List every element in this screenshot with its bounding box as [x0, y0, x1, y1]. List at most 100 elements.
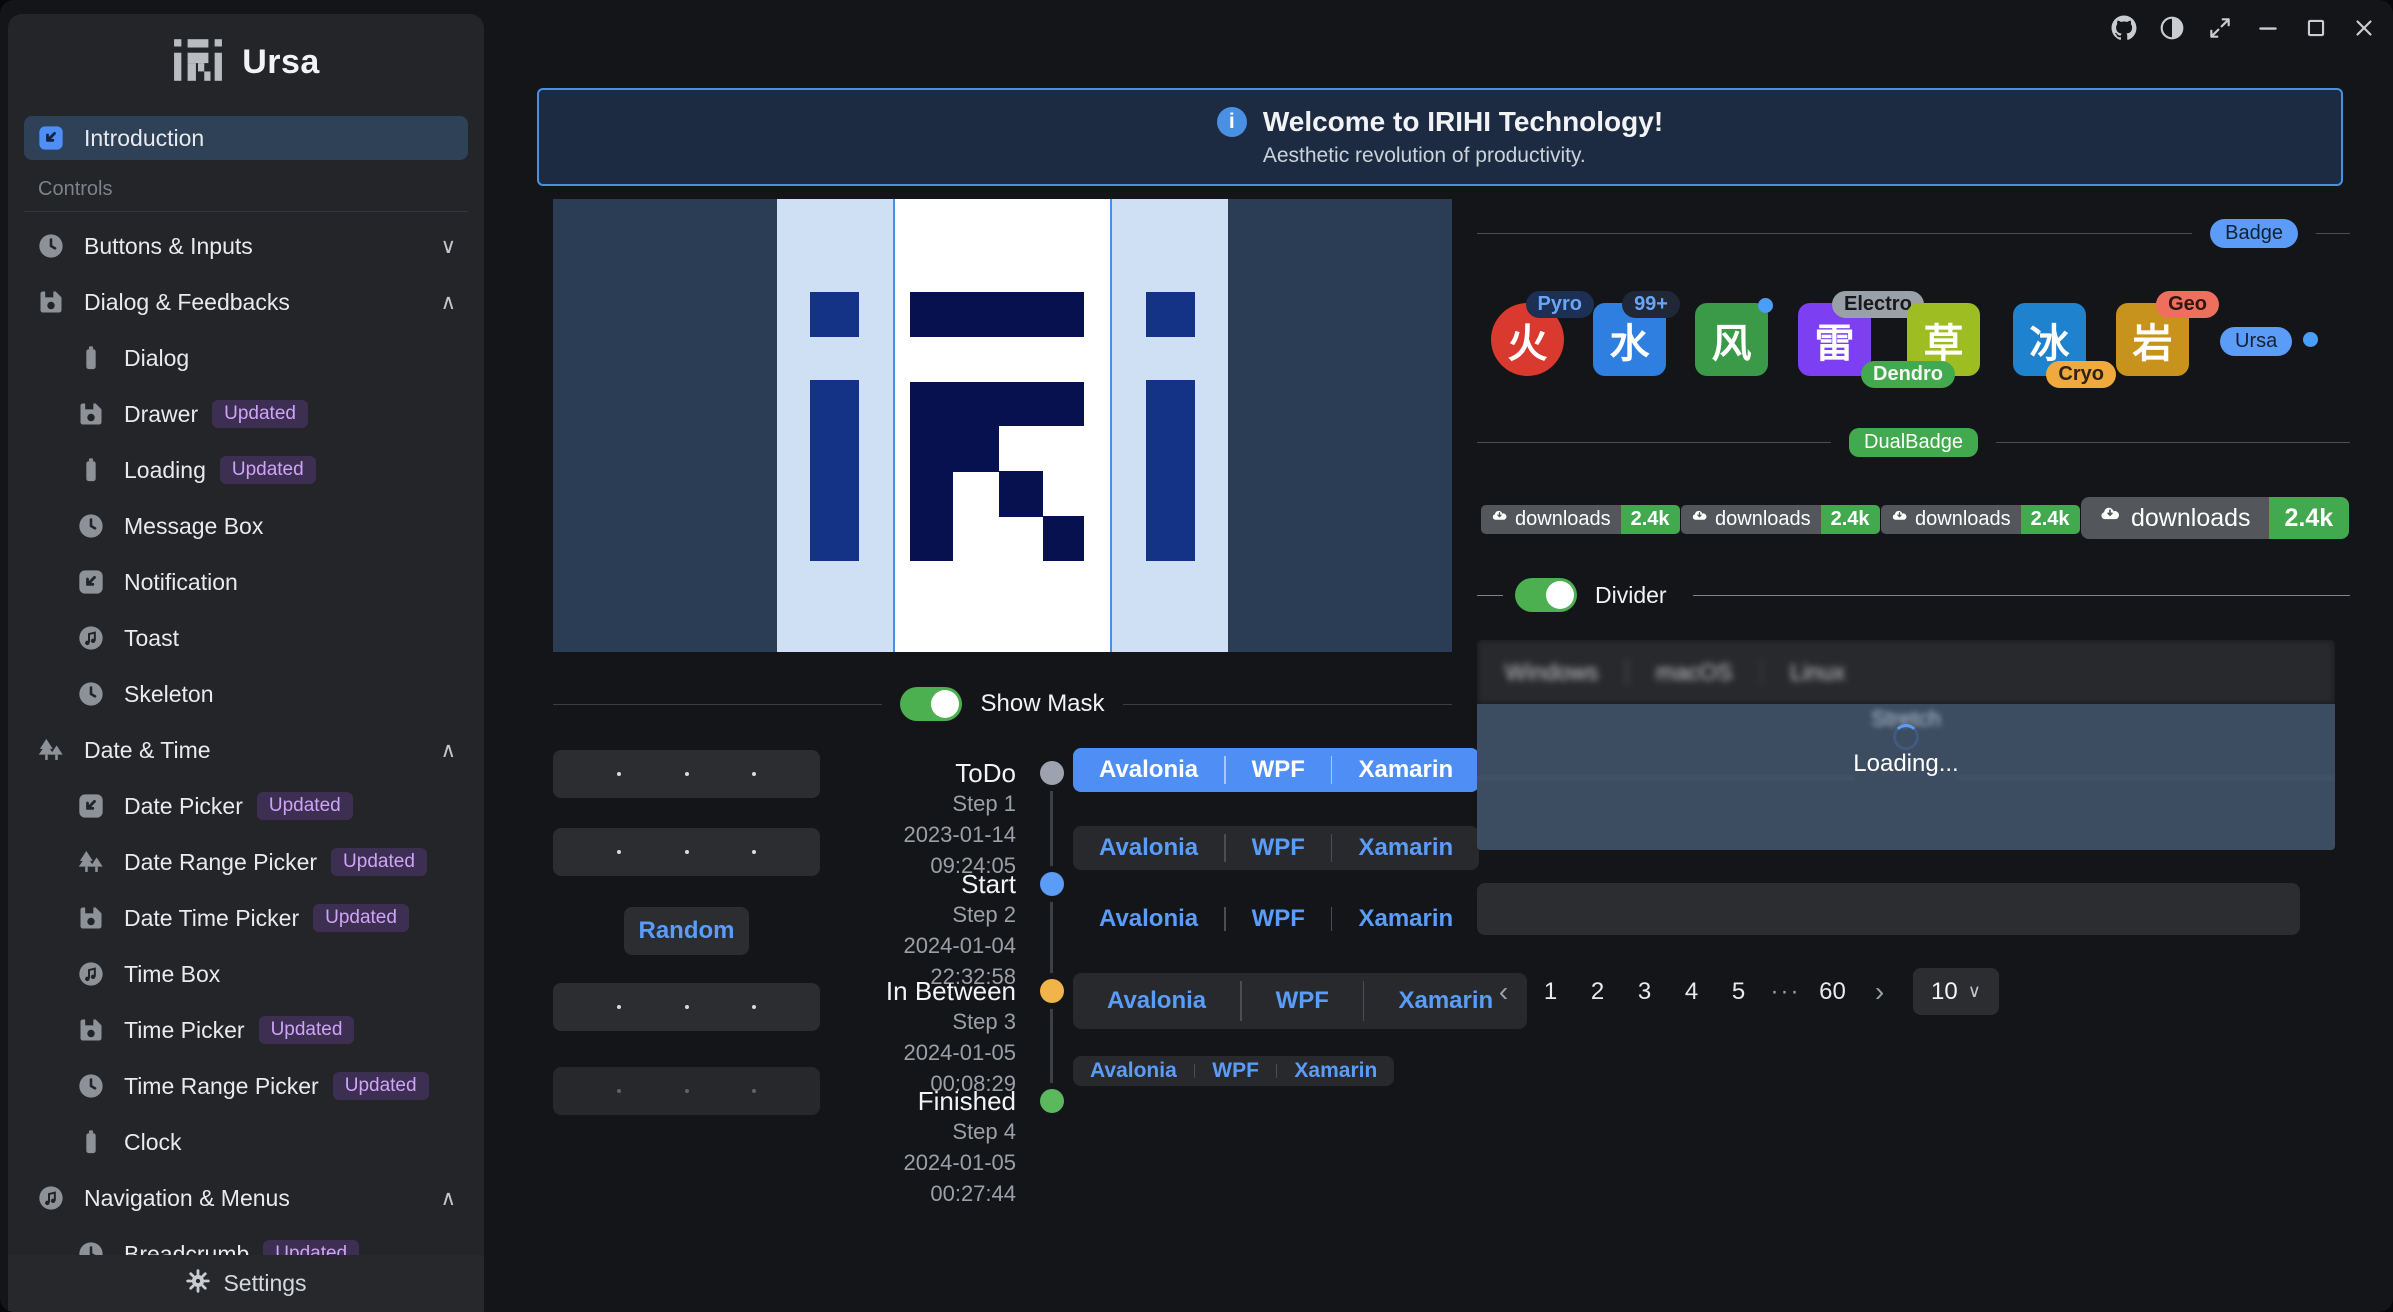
divider [1626, 659, 1628, 685]
downloads-value: 2.4k [1821, 505, 1880, 534]
github-icon[interactable] [2110, 14, 2137, 41]
group-button-wpf[interactable]: WPF [1226, 905, 1331, 933]
chevron-down-icon: ∨ [1968, 981, 1981, 1002]
dualbadge-divider-pill: DualBadge [1849, 428, 1978, 457]
sidebar-item-loading[interactable]: LoadingUpdated [24, 448, 468, 492]
group-button-wpf[interactable]: WPF [1195, 1059, 1276, 1083]
sidebar-item-label: Time Range Picker [124, 1073, 319, 1100]
hero-logo-image [553, 199, 1452, 652]
group-button-avalonia[interactable]: Avalonia [1073, 1059, 1194, 1083]
updated-badge: Updated [263, 1240, 359, 1255]
updated-badge: Updated [220, 456, 316, 484]
timeline-step: Step 4 [816, 1116, 1016, 1147]
button-group-dark-large: AvaloniaWPFXamarin [1073, 973, 1527, 1029]
sidebar-item-dialog[interactable]: Dialog [24, 336, 468, 380]
avatar[interactable]: 冰Cryo [2013, 303, 2086, 376]
page-prev-button[interactable]: ‹ [1480, 975, 1527, 1009]
sidebar-item-label: Dialog & Feedbacks [84, 289, 290, 316]
battery-icon [76, 343, 106, 373]
group-button-avalonia[interactable]: Avalonia [1073, 756, 1224, 784]
date-input[interactable] [553, 983, 820, 1031]
text-input[interactable] [1477, 883, 2300, 935]
square-arrow-icon [76, 791, 106, 821]
sidebar-item-notification[interactable]: Notification [24, 560, 468, 604]
random-button[interactable]: Random [624, 907, 749, 955]
divider [1761, 659, 1763, 685]
dualbadge-section-divider: DualBadge [1477, 428, 2350, 457]
tab-windows[interactable]: Windows [1499, 658, 1604, 687]
sidebar-item-label: Skeleton [124, 681, 214, 708]
sidebar-settings-button[interactable]: Settings [8, 1255, 484, 1312]
date-input[interactable] [553, 750, 820, 798]
divider-toggle[interactable] [1515, 578, 1577, 612]
avatar[interactable]: 水99+ [1593, 303, 1666, 376]
sidebar-item-time-picker[interactable]: Time PickerUpdated [24, 1008, 468, 1052]
sidebar-item-date-picker[interactable]: Date PickerUpdated [24, 784, 468, 828]
page-button-1[interactable]: 1 [1527, 977, 1574, 1007]
avatar-badge: Geo [2156, 291, 2219, 318]
avatar[interactable]: 岩Geo [2116, 303, 2189, 376]
page-button-60[interactable]: 60 [1809, 977, 1856, 1007]
loading-panel: WindowsmacOSLinux Stretch Loading... [1477, 640, 2335, 850]
group-button-wpf[interactable]: WPF [1226, 834, 1331, 862]
sidebar-item-dialog-feedbacks[interactable]: Dialog & Feedbacks∧ [24, 280, 468, 324]
tab-macos[interactable]: macOS [1650, 658, 1739, 687]
page-button-4[interactable]: 4 [1668, 977, 1715, 1007]
sidebar-item-navigation-menus[interactable]: Navigation & Menus∧ [24, 1176, 468, 1220]
group-button-xamarin[interactable]: Xamarin [1277, 1059, 1394, 1083]
close-icon[interactable] [2350, 14, 2377, 41]
page-button-3[interactable]: 3 [1621, 977, 1668, 1007]
downloads-label: downloads [1515, 508, 1611, 531]
sidebar-item-time-box[interactable]: Time Box [24, 952, 468, 996]
timeline-step: Step 2 [816, 899, 1016, 930]
sidebar-item-date-time[interactable]: Date & Time∧ [24, 728, 468, 772]
sidebar-item-introduction[interactable]: Introduction [24, 116, 468, 160]
expand-icon[interactable] [2206, 14, 2233, 41]
group-button-xamarin[interactable]: Xamarin [1332, 905, 1479, 933]
sidebar-item-date-range-picker[interactable]: Date Range PickerUpdated [24, 840, 468, 884]
page-button-2[interactable]: 2 [1574, 977, 1621, 1007]
button-group-dark-small: AvaloniaWPFXamarin [1073, 1056, 1394, 1086]
avatar[interactable]: 草Dendro [1907, 303, 1980, 376]
sidebar-item-skeleton[interactable]: Skeleton [24, 672, 468, 716]
downloads-value: 2.4k [2021, 505, 2080, 534]
group-button-wpf[interactable]: WPF [1242, 987, 1363, 1015]
downloads-badge: downloads 2.4k [2081, 497, 2349, 539]
show-mask-toggle[interactable] [900, 687, 962, 721]
timeline-title: In Between [816, 976, 1016, 1006]
avatar-badge: 99+ [1622, 291, 1680, 318]
group-button-xamarin[interactable]: Xamarin [1332, 756, 1479, 784]
date-input[interactable] [553, 828, 820, 876]
group-button-avalonia[interactable]: Avalonia [1073, 834, 1224, 862]
group-button-wpf[interactable]: WPF [1226, 756, 1331, 784]
sidebar-item-message-box[interactable]: Message Box [24, 504, 468, 548]
page-button-5[interactable]: 5 [1715, 977, 1762, 1007]
banner-title: Welcome to IRIHI Technology! [1263, 106, 1663, 138]
sidebar-item-buttons-inputs[interactable]: Buttons & Inputs∨ [24, 224, 468, 268]
sidebar-item-label: Buttons & Inputs [84, 233, 253, 260]
tab-linux[interactable]: Linux [1784, 658, 1851, 687]
avatar[interactable]: 雷Electro [1798, 303, 1871, 376]
minimize-icon[interactable] [2254, 14, 2281, 41]
group-button-avalonia[interactable]: Avalonia [1073, 987, 1240, 1015]
clock-icon [76, 679, 106, 709]
sidebar-item-drawer[interactable]: DrawerUpdated [24, 392, 468, 436]
avatar[interactable]: 风 [1695, 303, 1768, 376]
group-button-xamarin[interactable]: Xamarin [1332, 834, 1479, 862]
sidebar-item-toast[interactable]: Toast [24, 616, 468, 660]
page-size-select[interactable]: 10∨ [1913, 968, 1999, 1015]
sidebar-item-label: Date Time Picker [124, 905, 299, 932]
page-next-button[interactable]: › [1856, 975, 1903, 1009]
updated-badge: Updated [331, 848, 427, 876]
group-button-avalonia[interactable]: Avalonia [1073, 905, 1224, 933]
maximize-icon[interactable] [2302, 14, 2329, 41]
sidebar-item-label: Time Box [124, 961, 220, 988]
avatar[interactable]: 火Pyro [1491, 303, 1564, 376]
downloads-value: 2.4k [2269, 497, 2350, 539]
sidebar-item-breadcrumb[interactable]: BreadcrumbUpdated [24, 1232, 468, 1255]
theme-toggle-icon[interactable] [2158, 14, 2185, 41]
sidebar-item-time-range-picker[interactable]: Time Range PickerUpdated [24, 1064, 468, 1108]
cloud-download-icon [1691, 508, 1708, 531]
sidebar-item-clock[interactable]: Clock [24, 1120, 468, 1164]
sidebar-item-date-time-picker[interactable]: Date Time PickerUpdated [24, 896, 468, 940]
